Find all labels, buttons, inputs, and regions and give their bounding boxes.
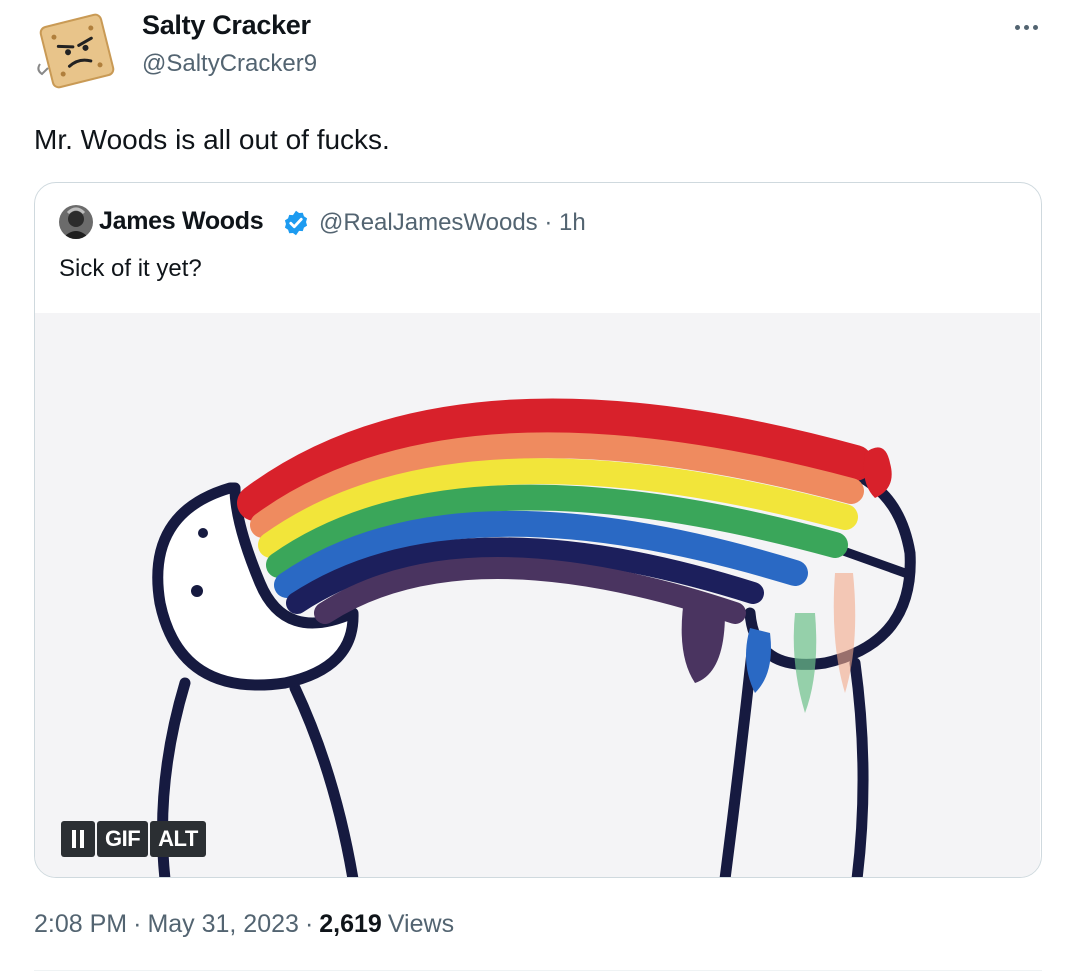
- verified-badge-icon: [284, 210, 308, 236]
- quoted-author-name[interactable]: James Woods: [99, 207, 264, 236]
- gif-badge: GIF: [97, 821, 149, 857]
- tweet: Salty Cracker @SaltyCracker9 Mr. Woods i…: [0, 0, 1080, 976]
- views-label: Views: [387, 910, 455, 938]
- divider: [34, 970, 1042, 971]
- quoted-tweet-text: Sick of it yet?: [59, 255, 202, 282]
- pause-icon: [72, 830, 76, 848]
- more-options-button[interactable]: [1004, 12, 1048, 42]
- gif-controls: GIF ALT: [61, 821, 206, 857]
- portrait-avatar-icon: [59, 205, 93, 239]
- alt-text-button[interactable]: ALT: [150, 821, 206, 857]
- tweet-date[interactable]: May 31, 2023: [147, 910, 299, 939]
- gif-media[interactable]: [35, 313, 1040, 877]
- pause-button[interactable]: [61, 821, 95, 857]
- views-count: 2,619: [319, 910, 382, 938]
- meta-separator: ·: [133, 910, 142, 938]
- author-avatar[interactable]: [34, 8, 120, 94]
- quoted-author-avatar[interactable]: [59, 205, 93, 239]
- author-handle[interactable]: @SaltyCracker9: [142, 50, 317, 78]
- meta-separator: ·: [304, 910, 314, 938]
- quoted-tweet[interactable]: James Woods @RealJamesWoods · 1h Sick of…: [34, 182, 1042, 878]
- more-options-icon: [1014, 24, 1020, 30]
- tweet-time[interactable]: 2:08 PM: [34, 910, 127, 939]
- tweet-meta: 2:08 PM · May 31, 2023 · 2,619 Views: [34, 910, 454, 939]
- tweet-text: Mr. Woods is all out of fucks.: [34, 124, 390, 155]
- cracker-avatar-icon: [37, 13, 115, 89]
- rainbow-vomit-character: [152, 398, 916, 877]
- author-name[interactable]: Salty Cracker: [142, 10, 311, 41]
- quoted-handle-time[interactable]: @RealJamesWoods · 1h: [319, 209, 586, 237]
